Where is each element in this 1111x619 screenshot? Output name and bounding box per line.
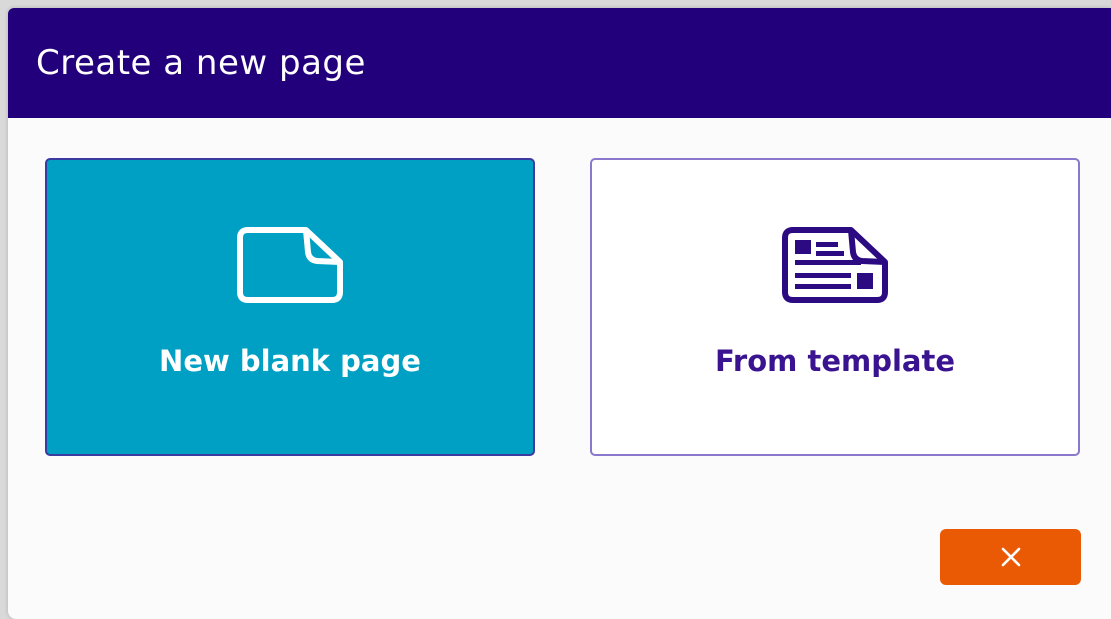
create-page-dialog: Create a new page New blank page From te… [8,8,1111,619]
from-template-label: From template [714,344,956,378]
dialog-title: Create a new page [36,43,366,83]
close-icon [1001,547,1020,567]
dialog-header: Create a new page [8,8,1111,118]
new-blank-page-option[interactable]: New blank page [45,158,535,456]
from-template-option[interactable]: From template [590,158,1080,456]
blank-page-icon [237,227,343,303]
template-page-icon [782,227,888,303]
close-button[interactable] [940,529,1081,585]
new-blank-page-label: New blank page [159,344,421,378]
